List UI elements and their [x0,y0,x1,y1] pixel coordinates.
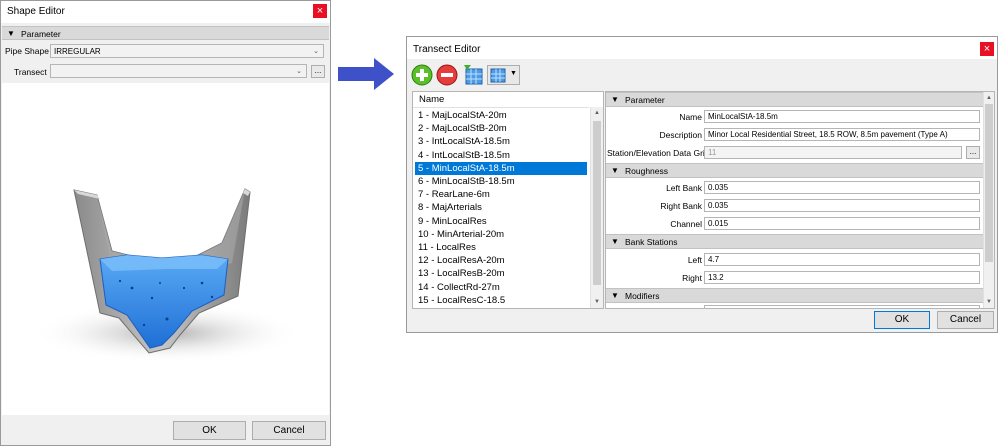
shape-editor-titlebar: Shape Editor × [1,1,330,23]
channel-field[interactable]: 0.015 [704,217,980,230]
collapse-triangle-icon: ▼ [611,237,619,246]
grid-label: Station/Elevation Data Grid [607,148,710,158]
shape-editor-cancel-button[interactable]: Cancel [252,421,326,440]
list-item[interactable]: 4 - IntLocalStB-18.5m [415,149,587,162]
transect-label: Transect [14,67,47,77]
remove-icon[interactable] [436,64,458,86]
list-header-label: Name [419,94,445,105]
pipe-shape-dropdown[interactable]: IRREGULAR ⌄ [50,44,324,58]
grid-options-dropdown[interactable]: ▼ [487,65,520,85]
transect-editor-cancel-button[interactable]: Cancel [937,311,994,329]
right-bank-label: Right Bank [660,201,702,211]
section-label: Modifiers [625,291,660,301]
grid-browse-button[interactable]: ... [966,146,980,159]
list-item[interactable]: 6 - MinLocalStB-18.5m [415,175,587,188]
list-item[interactable]: 3 - IntLocalStA-18.5m [415,135,587,148]
section-label: Bank Stations [625,237,678,247]
transect-editor-window: Transect Editor × ▼ Name 1 - MajLocalStA… [406,36,998,333]
scroll-down-icon[interactable]: ▼ [984,299,994,305]
list-item[interactable]: 11 - LocalRes [415,241,587,254]
pipe-shape-label: Pipe Shape [5,46,49,56]
add-icon[interactable] [411,64,433,86]
chevron-down-icon: ⌄ [313,48,319,55]
section-label: Parameter [625,95,665,105]
roughness-section-header[interactable]: ▼ Roughness [606,163,983,178]
transect-list[interactable]: Name 1 - MajLocalStA-20m 2 - MajLocalStB-… [412,91,604,309]
shape-editor-ok-button[interactable]: OK [173,421,246,440]
transect-editor-title: Transect Editor [413,44,481,55]
list-item[interactable]: 8 - MajArterials [415,201,587,214]
collapse-triangle-icon: ▼ [7,29,15,38]
left-station-label: Left [687,255,702,265]
list-item[interactable]: 1 - MajLocalStA-20m [415,109,587,122]
import-grid-icon[interactable] [463,64,485,86]
list-scrollbar[interactable]: ▲ ▼ [590,107,603,308]
left-station-field[interactable]: 4.7 [704,253,980,266]
collapse-triangle-icon: ▼ [611,95,619,104]
list-scroll-thumb[interactable] [593,121,601,285]
list-item[interactable]: 12 - LocalResA-20m [415,254,587,267]
list-header[interactable]: Name [413,92,589,108]
list-item[interactable]: 9 - MinLocalRes [415,215,587,228]
grid-options-icon [490,68,506,83]
description-field[interactable]: Minor Local Residential Street, 18.5 ROW… [704,128,980,141]
list-item[interactable]: 2 - MajLocalStB-20m [415,122,587,135]
property-scrollbar[interactable]: ▲ ▼ [983,92,994,308]
property-grid: ▼ Parameter Name MinLocalStA-18.5m Descr… [605,91,995,309]
arrow-icon [338,58,394,90]
right-station-label: Right [682,273,702,283]
modifiers-section-header[interactable]: ▼ Modifiers [606,288,983,303]
modifiers-field-partial[interactable] [704,305,980,308]
list-item[interactable]: 15 - LocalResC-18.5 [415,294,587,307]
property-scroll-thumb[interactable] [985,104,993,262]
shape-preview [2,83,329,415]
transect-editor-ok-button[interactable]: OK [874,311,930,329]
chevron-down-icon: ⌄ [296,68,302,75]
channel-3d-render [32,188,302,363]
station-elevation-grid-field[interactable]: 11 [704,146,962,159]
shape-editor-title: Shape Editor [7,6,65,17]
parameter-section-header[interactable]: ▼ Parameter [606,92,983,107]
transect-browse-button[interactable]: ... [311,65,325,78]
list-item[interactable]: 7 - RearLane-6m [415,188,587,201]
list-item[interactable]: 5 - MinLocalStA-18.5m [415,161,587,175]
scroll-up-icon[interactable]: ▲ [591,110,603,116]
right-bank-field[interactable]: 0.035 [704,199,980,212]
description-label: Description [659,130,702,140]
right-station-field[interactable]: 13.2 [704,271,980,284]
list-item[interactable]: 13 - LocalResB-20m [415,267,587,280]
section-label: Parameter [21,29,61,39]
list-item[interactable]: 10 - MinArterial-20m [415,228,587,241]
left-bank-field[interactable]: 0.035 [704,181,980,194]
scroll-down-icon[interactable]: ▼ [591,299,603,305]
shape-editor-window: Shape Editor × ▼ Parameter Pipe Shape IR… [0,0,331,446]
collapse-triangle-icon: ▼ [611,291,619,300]
channel-label: Channel [670,219,702,229]
bank-stations-section-header[interactable]: ▼ Bank Stations [606,234,983,249]
name-field[interactable]: MinLocalStA-18.5m [704,110,980,123]
name-label: Name [679,112,702,122]
transect-editor-titlebar: Transect Editor × [407,37,997,59]
shape-editor-close-button[interactable]: × [313,4,327,18]
section-label: Roughness [625,166,669,176]
transect-dropdown[interactable]: ⌄ [50,64,307,78]
shape-editor-parameter-header[interactable]: ▼ Parameter [2,26,329,40]
transect-editor-close-button[interactable]: × [980,42,994,56]
left-bank-label: Left Bank [666,183,702,193]
list-item[interactable]: 14 - CollectRd-27m [415,281,587,294]
scroll-up-icon[interactable]: ▲ [984,95,994,101]
pipe-shape-value: IRREGULAR [54,47,101,56]
collapse-triangle-icon: ▼ [611,166,619,175]
chevron-down-icon: ▼ [510,70,517,77]
